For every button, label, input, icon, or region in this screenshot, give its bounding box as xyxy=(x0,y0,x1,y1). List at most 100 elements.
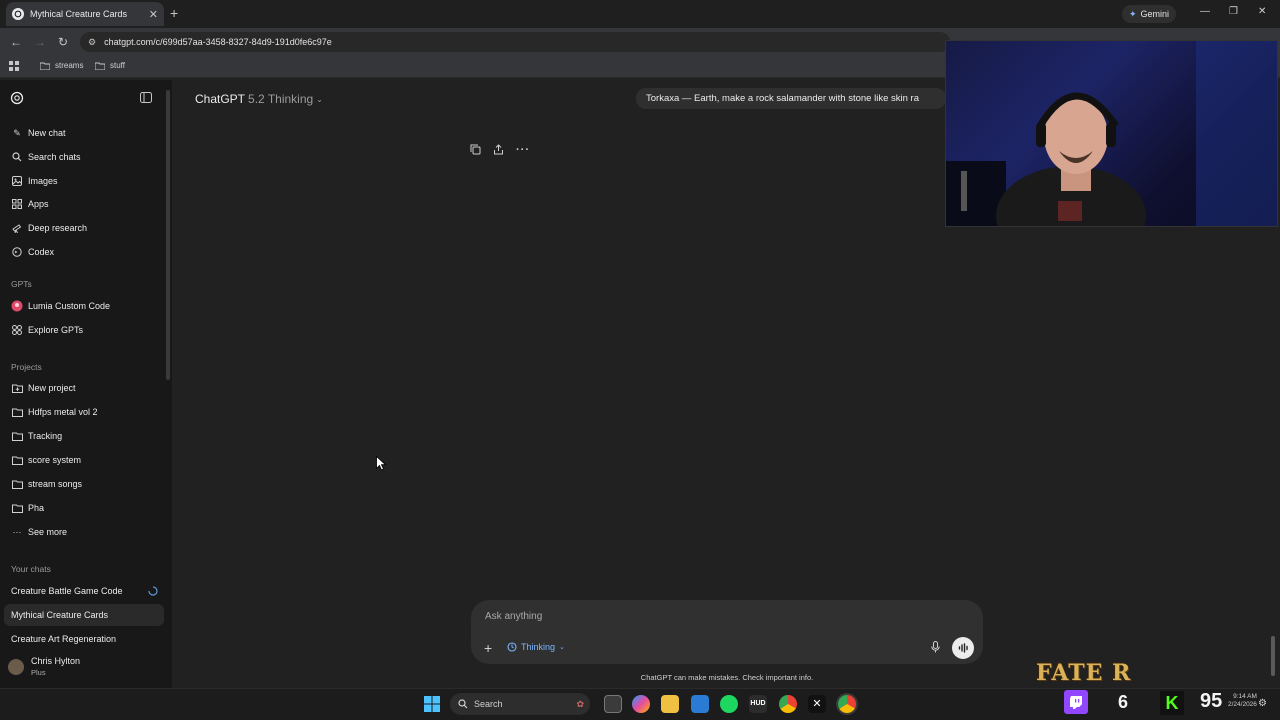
sidebar-item-label: Hdfps metal vol 2 xyxy=(28,407,98,417)
projects-heading: Projects xyxy=(11,362,42,372)
sidebar-item-deep-research[interactable]: Deep research xyxy=(0,217,166,239)
sidebar-item-project[interactable]: stream songs xyxy=(0,473,166,495)
main-scrollbar[interactable] xyxy=(1271,636,1275,676)
user-profile[interactable]: Chris Hylton Plus xyxy=(8,656,80,678)
sidebar-item-codex[interactable]: Codex xyxy=(0,241,166,263)
chat-item-active[interactable]: Mythical Creature Cards xyxy=(4,604,164,626)
settings-gear-icon[interactable]: ⚙ xyxy=(1258,698,1267,709)
new-tab-icon[interactable]: + xyxy=(170,5,178,21)
browser-tab[interactable]: Mythical Creature Cards ✕ xyxy=(6,2,164,26)
forward-icon[interactable]: → xyxy=(34,35,46,49)
sidebar-item-label: See more xyxy=(28,527,68,537)
sidebar-toggle-icon[interactable] xyxy=(140,92,152,103)
score-counter: 95 xyxy=(1200,690,1223,712)
mouse-cursor-icon xyxy=(376,456,386,471)
sidebar-scrollbar[interactable] xyxy=(166,90,170,380)
openai-logo-icon[interactable] xyxy=(10,91,24,105)
notepad-icon[interactable] xyxy=(691,695,709,713)
clock-date: 2/24/2026 xyxy=(1228,701,1257,708)
telescope-icon xyxy=(11,222,23,234)
sidebar-item-label: Explore GPTs xyxy=(28,325,84,335)
voice-mode-icon[interactable] xyxy=(952,637,974,659)
sidebar-item-project[interactable]: Hdfps metal vol 2 xyxy=(0,401,166,423)
avatar xyxy=(8,659,24,675)
disclaimer-text: ChatGPT can make mistakes. Check importa… xyxy=(640,673,814,682)
sidebar-item-new-chat[interactable]: ✎ New chat xyxy=(0,122,166,144)
thinking-mode-button[interactable]: Thinking ⌄ xyxy=(507,642,565,652)
model-name: ChatGPT xyxy=(195,92,246,106)
bookmark-label: streams xyxy=(55,61,84,70)
chat-item[interactable]: Creature Art Regeneration xyxy=(0,628,166,650)
more-icon: ··· xyxy=(12,527,22,537)
reload-icon[interactable]: ↻ xyxy=(58,35,68,49)
sidebar-item-project[interactable]: score system xyxy=(0,449,166,471)
copilot-icon[interactable] xyxy=(632,695,650,713)
chrome-active-icon[interactable] xyxy=(838,695,856,713)
more-options-icon[interactable]: ··· xyxy=(516,144,530,156)
apps-grid-icon[interactable] xyxy=(9,61,19,71)
sidebar-item-new-project[interactable]: New project xyxy=(0,377,166,399)
address-bar[interactable]: ⚙ chatgpt.com/c/699d57aa-3458-8327-84d9-… xyxy=(80,32,950,52)
copy-icon[interactable] xyxy=(470,144,481,156)
capcut-icon[interactable]: ✕ xyxy=(808,695,826,713)
back-icon[interactable]: ← xyxy=(10,35,22,49)
sidebar-item-images[interactable]: Images xyxy=(0,170,166,192)
folder-icon xyxy=(11,406,23,418)
file-explorer-icon[interactable] xyxy=(661,695,679,713)
gemini-button[interactable]: ✦ Gemini xyxy=(1122,5,1177,23)
model-selector[interactable]: ChatGPT 5.2 Thinking ⌄ xyxy=(195,92,323,106)
search-icon xyxy=(11,151,23,163)
system-clock[interactable]: 9:14 AM 2/24/2026 xyxy=(1228,693,1257,709)
sidebar-item-label: New project xyxy=(28,383,76,393)
sidebar-item-lumia-custom-code[interactable]: Lumia Custom Code xyxy=(0,295,166,317)
model-version: 5.2 Thinking xyxy=(248,92,314,106)
minimize-icon[interactable]: — xyxy=(1200,6,1210,17)
sidebar-item-explore-gpts[interactable]: Explore GPTs xyxy=(0,319,166,341)
sidebar-item-apps[interactable]: Apps xyxy=(0,193,166,215)
restore-icon[interactable]: ❐ xyxy=(1229,6,1238,17)
chrome-icon[interactable] xyxy=(779,695,797,713)
taskbar-search[interactable]: Search ✿ xyxy=(450,693,590,715)
folder-icon xyxy=(11,454,23,466)
sidebar-item-label: Lumia Custom Code xyxy=(28,301,111,311)
microphone-icon[interactable] xyxy=(931,641,940,653)
chevron-down-icon: ⌄ xyxy=(559,644,565,651)
chat-item[interactable]: Creature Battle Game Code xyxy=(0,580,166,602)
hudfx-icon[interactable]: HUD xyxy=(749,695,767,713)
sidebar-item-project[interactable]: Tracking xyxy=(0,425,166,447)
viewer-counter: 6 xyxy=(1118,692,1129,712)
sidebar-item-search-chats[interactable]: Search chats xyxy=(0,146,166,168)
gemini-label: Gemini xyxy=(1140,9,1170,19)
chat-item-label: Mythical Creature Cards xyxy=(11,610,109,620)
window-close-icon[interactable]: ✕ xyxy=(1258,6,1266,17)
gpts-heading: GPTs xyxy=(11,279,32,289)
windows-start-icon[interactable] xyxy=(424,696,440,712)
sidebar-item-see-more[interactable]: ··· See more xyxy=(0,521,166,543)
bookmark-stuff[interactable]: stuff xyxy=(95,61,125,70)
codex-icon xyxy=(11,246,23,258)
add-attachment-icon[interactable]: + xyxy=(484,640,492,656)
chevron-down-icon: ⌄ xyxy=(316,94,323,104)
spotify-icon[interactable] xyxy=(720,695,738,713)
bookmark-streams[interactable]: streams xyxy=(40,61,83,70)
sidebar-item-label: Tracking xyxy=(28,431,63,441)
browser-tab-strip: Mythical Creature Cards ✕ + ✦ Gemini — ❐… xyxy=(0,0,1280,28)
site-info-icon[interactable]: ⚙ xyxy=(88,37,96,48)
chat-item-label: Creature Battle Game Code xyxy=(11,586,123,596)
sidebar-item-project[interactable]: Pha xyxy=(0,497,166,519)
tab-close-icon[interactable]: ✕ xyxy=(149,8,158,21)
search-highlight-icon: ✿ xyxy=(576,698,584,709)
folder-icon xyxy=(11,430,23,442)
thinking-label: Thinking xyxy=(521,642,556,652)
sidebar-item-label: stream songs xyxy=(28,479,83,489)
grid-icon xyxy=(11,198,23,210)
task-view-icon[interactable] xyxy=(604,695,622,713)
stream-logo: FATE R xyxy=(1036,660,1132,686)
search-icon xyxy=(458,699,468,709)
composer-input[interactable]: Ask anything xyxy=(485,611,542,622)
share-icon[interactable] xyxy=(493,144,504,156)
sidebar-item-label: score system xyxy=(28,455,82,465)
loading-spinner-icon xyxy=(148,586,158,596)
sidebar-item-label: Apps xyxy=(28,199,49,209)
folder-plus-icon xyxy=(11,382,23,394)
